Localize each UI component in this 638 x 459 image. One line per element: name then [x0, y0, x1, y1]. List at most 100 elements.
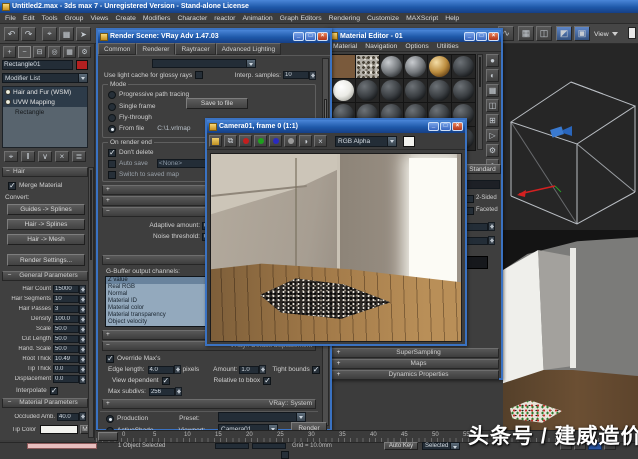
rollout-dynamics-properties[interactable]: +Dynamics Properties: [331, 370, 499, 380]
param-field[interactable]: 50.0: [53, 325, 79, 333]
select-link-icon[interactable]: ⌖: [42, 27, 57, 41]
param-field[interactable]: 10: [53, 295, 79, 303]
filter-dropdown[interactable]: [152, 59, 256, 68]
rollout-hair[interactable]: −Hair: [2, 167, 88, 177]
schematic-view-icon[interactable]: ▦: [518, 26, 534, 41]
spinner[interactable]: [79, 412, 86, 421]
bind-icon[interactable]: ➤: [76, 27, 91, 41]
maximize-button[interactable]: □: [440, 122, 451, 131]
close-button[interactable]: ×: [317, 32, 328, 41]
close-button[interactable]: ×: [452, 122, 463, 131]
edge-length-field[interactable]: 4.0: [148, 366, 174, 374]
param-field[interactable]: 0.0: [53, 375, 79, 383]
param-field[interactable]: 100.0: [53, 315, 79, 323]
material-editor-icon[interactable]: ◩: [556, 26, 572, 41]
save-to-file-button[interactable]: Save to file: [186, 98, 248, 109]
stack-item-rectangle[interactable]: Rectangle: [3, 107, 87, 117]
alpha-channel-icon[interactable]: [284, 135, 297, 147]
render-frame-title-bar[interactable]: Camera01, frame 0 (1:1) _□×: [207, 120, 465, 133]
options-icon[interactable]: ⚙: [486, 144, 499, 157]
close-button[interactable]: ×: [488, 32, 499, 41]
menu-graph-editors[interactable]: Graph Editors: [280, 15, 322, 22]
param-field[interactable]: 0.0: [53, 365, 79, 373]
modify-tab-icon[interactable]: ~: [18, 46, 31, 58]
material-slot[interactable]: [404, 55, 427, 78]
render-dialog-title-bar[interactable]: Render Scene: VRay Adv 1.47.03 _□×: [98, 30, 330, 43]
material-type-button[interactable]: Standard: [464, 164, 501, 174]
slots-scrollbar[interactable]: [477, 54, 483, 150]
backlight-icon[interactable]: ◐: [486, 69, 499, 82]
interpolate-checkbox[interactable]: [50, 387, 58, 395]
material-slot[interactable]: [332, 79, 355, 102]
faceted-checkbox[interactable]: [466, 207, 474, 215]
make-preview-icon[interactable]: ▷: [486, 129, 499, 142]
time-slider[interactable]: [98, 432, 118, 441]
menu-character[interactable]: Character: [177, 15, 207, 22]
rollout-maps[interactable]: +Maps: [331, 359, 499, 369]
tip-color-swatch[interactable]: [40, 425, 78, 434]
fly-through-radio[interactable]: [108, 114, 116, 122]
production-radio[interactable]: [106, 415, 114, 423]
param-field[interactable]: 3: [53, 305, 79, 313]
menu-help[interactable]: Help: [445, 15, 459, 22]
spinner[interactable]: [488, 236, 495, 245]
coordinate-field-y[interactable]: [252, 443, 286, 449]
material-slot[interactable]: [356, 79, 379, 102]
menu-maxscript[interactable]: MAXScript: [406, 15, 438, 22]
tab-common[interactable]: Common: [98, 43, 136, 55]
glossy-checkbox[interactable]: [195, 71, 203, 79]
tight-bounds-checkbox[interactable]: [312, 366, 320, 374]
layer-manager-icon[interactable]: ◫: [536, 26, 552, 41]
spinner[interactable]: [259, 365, 266, 374]
switch-map-checkbox[interactable]: [108, 171, 116, 179]
override-checkbox[interactable]: [106, 355, 114, 363]
param-field[interactable]: 50.0: [53, 335, 79, 343]
menu-modifiers[interactable]: Modifiers: [143, 15, 171, 22]
param-field[interactable]: 50.0: [53, 345, 79, 353]
param-field[interactable]: 10.49: [53, 355, 79, 363]
clear-icon[interactable]: ×: [314, 135, 327, 147]
minimize-button[interactable]: _: [293, 32, 304, 41]
render-scene-icon[interactable]: ▣: [574, 26, 590, 41]
make-unique-icon[interactable]: ∨: [38, 151, 52, 162]
menu-create[interactable]: Create: [115, 15, 135, 22]
param-field[interactable]: [466, 223, 488, 231]
redo-icon[interactable]: ↷: [21, 27, 36, 41]
material-editor-title-bar[interactable]: Material Editor - 01 _□×: [328, 30, 501, 42]
view-dependent-checkbox[interactable]: [162, 377, 170, 385]
guides-to-splines-button[interactable]: Guides -> Splines: [7, 204, 85, 215]
menu-group[interactable]: Group: [65, 15, 84, 22]
menu-views[interactable]: Views: [90, 15, 108, 22]
material-slot[interactable]: [380, 79, 403, 102]
interp-samples-field[interactable]: 10: [283, 71, 309, 79]
show-end-result-icon[interactable]: ‖: [21, 151, 35, 162]
color-swatch[interactable]: [466, 256, 488, 269]
hair-to-mesh-button[interactable]: Hair -> Mesh: [7, 234, 85, 245]
green-channel-icon[interactable]: [254, 135, 267, 147]
configure-stack-icon[interactable]: ≣: [72, 151, 86, 162]
spinner[interactable]: [79, 365, 86, 374]
stack-item-hair-and-fur[interactable]: Hair and Fur (WSM): [3, 87, 87, 97]
unlink-icon[interactable]: ▦: [59, 27, 74, 41]
maximize-button[interactable]: □: [305, 32, 316, 41]
material-slot[interactable]: [404, 79, 427, 102]
command-panel-scrollbar[interactable]: [88, 167, 94, 438]
lightbulb-icon[interactable]: [5, 99, 11, 105]
object-name-field[interactable]: Rectangle01: [2, 60, 73, 70]
menu-customize[interactable]: Customize: [367, 15, 399, 22]
from-file-radio[interactable]: [108, 125, 116, 133]
preset-dropdown[interactable]: [218, 412, 306, 422]
menu-options[interactable]: Options: [405, 43, 428, 50]
modifier-list-dropdown[interactable]: Modifier List: [2, 73, 88, 83]
viewport-perspective[interactable]: [503, 44, 638, 230]
rollout-general-parameters[interactable]: −General Parameters: [2, 271, 88, 281]
background-icon[interactable]: ▦: [486, 84, 499, 97]
viewport-lock-checkbox[interactable]: [281, 451, 289, 459]
blue-channel-icon[interactable]: [269, 135, 282, 147]
display-tab-icon[interactable]: ▦: [63, 46, 76, 58]
two-sided-checkbox[interactable]: [466, 195, 474, 203]
clone-window-icon[interactable]: ⧉: [224, 135, 237, 147]
occluded-amb-field[interactable]: 40.0: [57, 413, 79, 421]
spinner[interactable]: [174, 365, 181, 374]
menu-material[interactable]: Material: [333, 43, 357, 50]
